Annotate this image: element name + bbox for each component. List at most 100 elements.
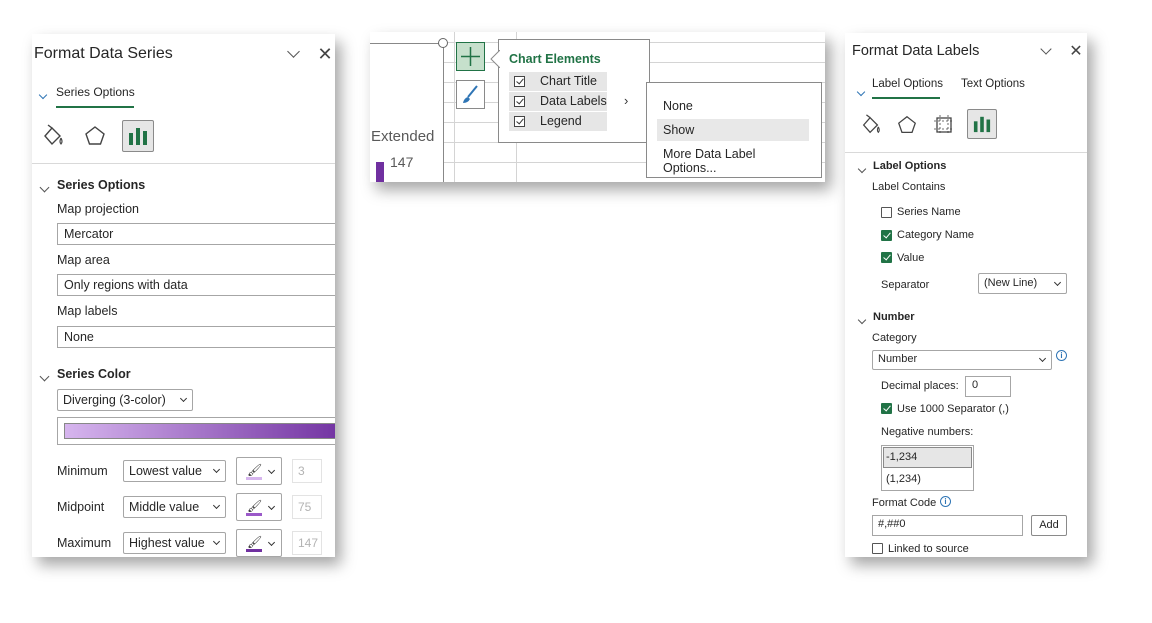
number-category-value: Number	[878, 353, 918, 365]
color-stop-type-select[interactable]: Middle value	[123, 496, 226, 518]
chevron-down-icon[interactable]	[1037, 42, 1055, 60]
gradient-bar	[64, 423, 335, 439]
section-series-color: Series Color	[57, 367, 131, 381]
info-icon[interactable]: i	[940, 496, 951, 507]
decimal-places-label: Decimal places:	[881, 380, 959, 392]
chart-element-legend[interactable]: Legend	[509, 112, 607, 131]
paintbrush-icon	[463, 85, 478, 103]
separator-select[interactable]: (New Line)	[978, 273, 1067, 294]
chart-elements-button[interactable]	[456, 42, 485, 71]
paint-bucket-icon: 🖌	[247, 535, 263, 549]
effects-pentagon-icon[interactable]	[891, 109, 923, 141]
label-options-bar-chart-icon[interactable]	[967, 109, 997, 139]
chart-element-label: Data Labels	[540, 94, 607, 108]
section-number: Number	[873, 311, 915, 323]
section-label-options: Label Options	[873, 160, 947, 172]
decimal-places-input[interactable]: 0	[965, 376, 1011, 397]
size-properties-icon[interactable]	[928, 109, 960, 141]
paint-bucket-icon: 🖌	[247, 463, 263, 477]
category-name-checkbox[interactable]	[881, 230, 892, 241]
color-stop-value: 147	[292, 531, 322, 555]
series-name-checkbox[interactable]	[881, 207, 892, 218]
negative-option[interactable]: (1,234)	[883, 471, 972, 490]
chart-element-chart-title[interactable]: Chart Title	[509, 72, 607, 91]
color-stop-type-select[interactable]: Lowest value	[123, 460, 226, 482]
popup-pointer	[490, 50, 500, 68]
tab-collapse-chevron-icon	[856, 84, 866, 98]
tab-underline	[872, 97, 940, 99]
close-icon[interactable]: ✕	[316, 44, 334, 64]
category-label: Category	[872, 332, 917, 344]
checkbox-icon[interactable]	[514, 96, 525, 107]
tab-series-options[interactable]: Series Options	[56, 85, 135, 99]
chevron-down-icon[interactable]	[284, 45, 302, 63]
format-code-label: Format Code	[872, 497, 937, 509]
color-mode-value: Diverging (3-color)	[63, 393, 166, 407]
format-data-series-pane: Format Data Series ✕ Series Options Seri…	[32, 34, 335, 557]
legend-color-bar	[376, 162, 384, 182]
tab-label-options[interactable]: Label Options	[872, 78, 943, 90]
negative-numbers-list[interactable]: -1,234 (1,234)	[881, 445, 974, 491]
value-label: Value	[897, 252, 925, 264]
chart-element-label: Chart Title	[540, 74, 597, 88]
color-stop-type: Highest value	[129, 536, 205, 550]
section-series-options: Series Options	[57, 178, 146, 192]
data-labels-submenu: None Show More Data Label Options...	[646, 82, 822, 178]
linked-to-source-checkbox[interactable]	[872, 543, 883, 554]
fill-line-icon[interactable]	[855, 109, 887, 141]
linked-to-source-label: Linked to source	[888, 543, 969, 555]
add-button[interactable]: Add	[1031, 515, 1067, 536]
map-area-select[interactable]: Only regions with data	[57, 274, 335, 296]
chart-element-data-labels[interactable]: Data Labels	[509, 92, 607, 111]
color-picker-button[interactable]: 🖌	[236, 493, 282, 521]
section-collapse-icon[interactable]	[39, 180, 50, 194]
color-swatch	[246, 549, 262, 552]
map-labels-select[interactable]: None	[57, 326, 335, 348]
gradient-preview	[57, 417, 335, 445]
divider	[32, 163, 335, 164]
format-code-input[interactable]: #,##0	[872, 515, 1023, 536]
divider	[845, 152, 1087, 153]
color-stop-value: 75	[292, 495, 322, 519]
color-picker-button[interactable]: 🖌	[236, 529, 282, 557]
negative-option-selected[interactable]: -1,234	[883, 447, 972, 468]
tab-underline	[56, 106, 134, 108]
resize-handle[interactable]	[438, 38, 448, 48]
number-category-select[interactable]: Number	[872, 350, 1052, 370]
value-checkbox[interactable]	[881, 252, 892, 263]
category-name-label: Category Name	[897, 229, 975, 241]
chevron-right-icon[interactable]: ›	[624, 93, 628, 108]
format-data-labels-pane: Format Data Labels ✕ Label Options Text …	[845, 33, 1087, 557]
separator-label: Separator	[881, 279, 930, 291]
section-collapse-icon[interactable]	[857, 161, 867, 175]
paint-bucket-icon: 🖌	[247, 499, 263, 513]
use-1000-separator-checkbox[interactable]	[881, 403, 892, 414]
checkbox-icon[interactable]	[514, 76, 525, 87]
close-icon[interactable]: ✕	[1067, 42, 1085, 60]
pane-title: Format Data Series	[34, 45, 173, 62]
checkbox-icon[interactable]	[514, 116, 525, 127]
color-stop-label: Maximum	[57, 536, 112, 550]
submenu-item-none[interactable]: None	[657, 95, 809, 117]
chart-styles-button[interactable]	[456, 80, 485, 109]
series-options-bar-chart-icon[interactable]	[122, 120, 154, 152]
map-projection-select[interactable]: Mercator	[57, 223, 335, 245]
section-collapse-icon[interactable]	[857, 312, 867, 326]
color-picker-button[interactable]: 🖌	[236, 457, 282, 485]
chart-elements-title: Chart Elements	[509, 52, 601, 66]
chart-elements-area: Extended 147 Chart Elements Chart Title …	[370, 32, 825, 182]
use-1000-separator-label: Use 1000 Separator (,)	[897, 403, 1009, 415]
effects-pentagon-icon[interactable]	[79, 120, 111, 152]
color-stop-row-minimum: Minimum Lowest value 🖌 3	[32, 457, 335, 487]
submenu-item-more-options[interactable]: More Data Label Options...	[657, 143, 809, 175]
color-mode-select[interactable]: Diverging (3-color)	[57, 389, 193, 411]
color-stop-type-select[interactable]: Highest value	[123, 532, 226, 554]
negative-numbers-label: Negative numbers:	[881, 426, 974, 438]
fill-line-icon[interactable]	[37, 120, 69, 152]
tab-text-options[interactable]: Text Options	[961, 78, 1025, 90]
section-collapse-icon[interactable]	[39, 369, 50, 383]
grid-line	[454, 32, 455, 182]
color-stop-value: 3	[292, 459, 322, 483]
info-icon[interactable]: i	[1056, 350, 1067, 361]
submenu-item-show[interactable]: Show	[657, 119, 809, 141]
